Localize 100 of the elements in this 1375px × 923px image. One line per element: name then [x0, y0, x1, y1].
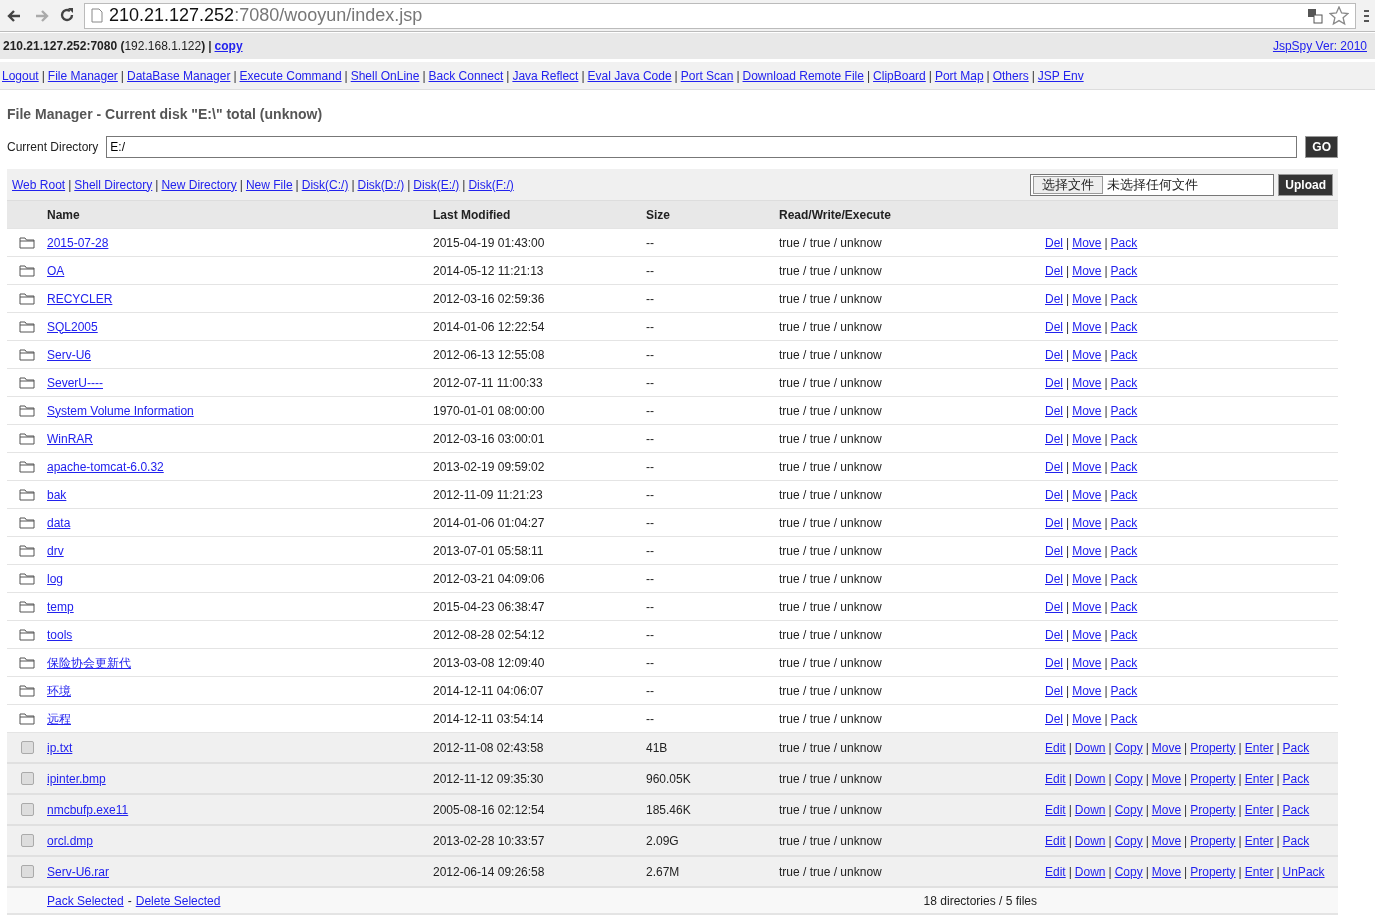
- action-link[interactable]: Pack: [1110, 655, 1138, 670]
- action-link[interactable]: Property: [1190, 833, 1236, 848]
- action-link[interactable]: Move: [1151, 802, 1182, 817]
- action-link[interactable]: Enter: [1244, 864, 1274, 879]
- file-name-link[interactable]: RECYCLER: [47, 291, 113, 306]
- action-link[interactable]: Pack: [1282, 833, 1310, 848]
- action-link[interactable]: Down: [1074, 771, 1106, 786]
- nav-link[interactable]: DataBase Manager: [127, 66, 231, 85]
- action-link[interactable]: Del: [1045, 683, 1063, 698]
- address-bar[interactable]: 210.21.127.252:7080/wooyun/index.jsp: [84, 2, 1356, 29]
- checkbox[interactable]: [20, 803, 34, 816]
- nav-link[interactable]: Shell OnLine: [350, 66, 420, 85]
- action-link[interactable]: Del: [1045, 515, 1063, 530]
- nav-link[interactable]: Execute Command: [239, 66, 342, 85]
- nav-link[interactable]: Logout: [2, 66, 39, 85]
- action-link[interactable]: Enter: [1244, 740, 1274, 755]
- action-link[interactable]: Move: [1072, 319, 1102, 334]
- action-link[interactable]: Pack: [1110, 571, 1138, 586]
- toolbar-link[interactable]: Web Root: [12, 177, 66, 192]
- action-link[interactable]: Move: [1072, 515, 1102, 530]
- file-name-link[interactable]: Serv-U6.rar: [47, 864, 109, 879]
- action-link[interactable]: Move: [1072, 599, 1102, 614]
- action-link[interactable]: Edit: [1045, 771, 1066, 786]
- action-link[interactable]: Move: [1072, 403, 1102, 418]
- action-link[interactable]: Del: [1045, 375, 1063, 390]
- file-name-link[interactable]: 环境: [47, 683, 71, 698]
- checkbox[interactable]: [20, 772, 34, 785]
- file-name-link[interactable]: temp: [47, 599, 74, 614]
- action-link[interactable]: Copy: [1114, 833, 1143, 848]
- action-link[interactable]: Move: [1151, 740, 1182, 755]
- file-input[interactable]: 选择文件 未选择任何文件: [1030, 173, 1275, 196]
- action-link[interactable]: Pack: [1110, 291, 1138, 306]
- action-link[interactable]: Move: [1072, 459, 1102, 474]
- upload-button[interactable]: Upload: [1278, 173, 1333, 196]
- action-link[interactable]: Pack: [1110, 431, 1138, 446]
- action-link[interactable]: Pack: [1110, 487, 1138, 502]
- action-link[interactable]: Pack: [1110, 543, 1138, 558]
- action-link[interactable]: Pack: [1110, 403, 1138, 418]
- action-link[interactable]: Property: [1190, 864, 1236, 879]
- file-name-link[interactable]: orcl.dmp: [47, 833, 93, 848]
- action-link[interactable]: Pack: [1110, 515, 1138, 530]
- file-name-link[interactable]: ipinter.bmp: [47, 771, 106, 786]
- action-link[interactable]: Property: [1190, 771, 1236, 786]
- toolbar-link[interactable]: Shell Directory: [74, 177, 153, 192]
- action-link[interactable]: Move: [1072, 655, 1102, 670]
- action-link[interactable]: Move: [1072, 263, 1102, 278]
- action-link[interactable]: Edit: [1045, 864, 1066, 879]
- action-link[interactable]: Pack: [1110, 711, 1138, 726]
- action-link[interactable]: Move: [1072, 487, 1102, 502]
- action-link[interactable]: Pack: [1282, 740, 1310, 755]
- nav-link[interactable]: Back Connect: [428, 66, 504, 85]
- action-link[interactable]: Pack: [1110, 319, 1138, 334]
- file-name-link[interactable]: 远程: [47, 711, 71, 726]
- nav-link[interactable]: Others: [992, 66, 1029, 85]
- action-link[interactable]: Pack: [1110, 599, 1138, 614]
- action-link[interactable]: Move: [1072, 375, 1102, 390]
- toolbar-link[interactable]: New Directory: [161, 177, 237, 192]
- toolbar-link[interactable]: Disk(F:/): [468, 177, 514, 192]
- nav-link[interactable]: JSP Env: [1037, 66, 1084, 85]
- action-link[interactable]: Move: [1151, 864, 1182, 879]
- nav-link[interactable]: Download Remote File: [742, 66, 864, 85]
- file-name-link[interactable]: drv: [47, 543, 64, 558]
- file-name-link[interactable]: 2015-07-28: [47, 235, 109, 250]
- action-link[interactable]: Del: [1045, 543, 1063, 558]
- action-link[interactable]: Move: [1072, 711, 1102, 726]
- toolbar-link[interactable]: New File: [245, 177, 293, 192]
- action-link[interactable]: Down: [1074, 833, 1106, 848]
- action-link[interactable]: Move: [1072, 235, 1102, 250]
- action-link[interactable]: Copy: [1114, 771, 1143, 786]
- action-link[interactable]: Copy: [1114, 864, 1143, 879]
- action-link[interactable]: Pack: [1110, 347, 1138, 362]
- checkbox[interactable]: [20, 865, 34, 878]
- action-link[interactable]: Down: [1074, 864, 1106, 879]
- action-link[interactable]: Down: [1074, 802, 1106, 817]
- file-name-link[interactable]: 保险协会更新代: [47, 655, 131, 670]
- directory-field[interactable]: E:/: [106, 136, 1298, 158]
- nav-link[interactable]: Eval Java Code: [587, 66, 672, 85]
- action-link[interactable]: Del: [1045, 459, 1063, 474]
- action-link[interactable]: Del: [1045, 487, 1063, 502]
- action-link[interactable]: Property: [1190, 740, 1236, 755]
- version-link[interactable]: JspSpy Ver: 2010: [1272, 37, 1367, 55]
- action-link[interactable]: Move: [1072, 291, 1102, 306]
- action-link[interactable]: Property: [1190, 802, 1236, 817]
- action-link[interactable]: Enter: [1244, 802, 1274, 817]
- toolbar-link[interactable]: Disk(D:/): [357, 177, 405, 192]
- file-name-link[interactable]: ip.txt: [47, 740, 73, 755]
- action-link[interactable]: Edit: [1045, 740, 1066, 755]
- action-link[interactable]: Del: [1045, 431, 1063, 446]
- pack-selected-link[interactable]: Pack Selected: [47, 891, 124, 910]
- checkbox[interactable]: [20, 834, 34, 847]
- action-link[interactable]: Move: [1072, 627, 1102, 642]
- action-link[interactable]: Down: [1074, 740, 1106, 755]
- action-link[interactable]: Move: [1072, 683, 1102, 698]
- file-name-link[interactable]: tools: [47, 627, 73, 642]
- action-link[interactable]: Pack: [1110, 459, 1138, 474]
- copy-link[interactable]: copy: [214, 37, 243, 55]
- action-link[interactable]: Pack: [1110, 235, 1138, 250]
- action-link[interactable]: Del: [1045, 235, 1063, 250]
- action-link[interactable]: Pack: [1110, 375, 1138, 390]
- action-link[interactable]: UnPack: [1282, 864, 1325, 879]
